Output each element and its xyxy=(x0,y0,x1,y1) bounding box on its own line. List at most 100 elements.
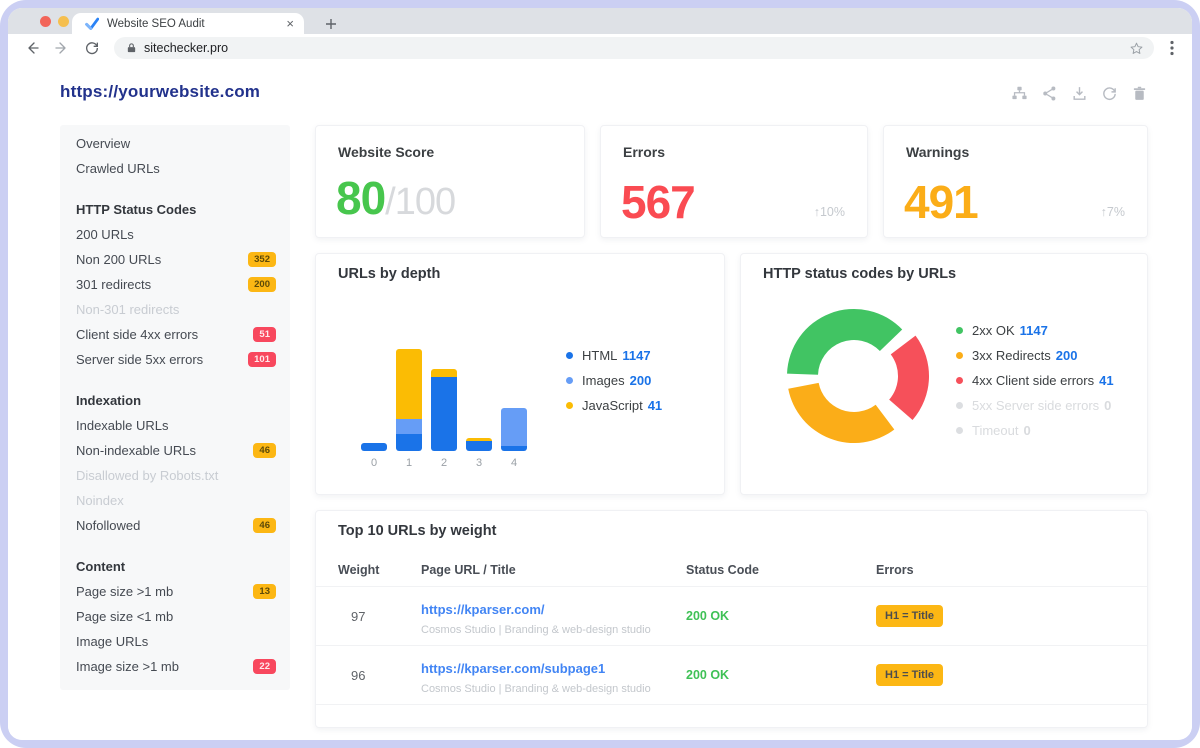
cell-weight: 97 xyxy=(351,609,365,624)
legend-label: 2xx OK xyxy=(972,323,1015,338)
legend-item-timeout[interactable]: Timeout0 xyxy=(956,418,1114,443)
sidebar-section-header-indexation: Indexation xyxy=(60,388,290,413)
legend-item-5xx-server-side-errors[interactable]: 5xx Server side errors 0 xyxy=(956,393,1114,418)
sidebar-item-label: Client side 4xx errors xyxy=(76,327,198,342)
donut-segment-4xx-client-side-errors xyxy=(889,336,929,420)
stat-card-warnings: Warnings491↑7% xyxy=(883,125,1148,238)
sidebar-item-label: Noindex xyxy=(76,493,124,508)
sidebar-item-crawled-urls[interactable]: Crawled URLs xyxy=(60,156,290,181)
browser-toolbar: sitechecker.pro xyxy=(8,34,1192,62)
donut-chart-legend: 2xx OK11473xx Redirects2004xx Client sid… xyxy=(956,318,1114,443)
bar-column-depth-4 xyxy=(501,408,527,451)
download-icon[interactable] xyxy=(1071,85,1088,102)
status-code-value: 200 OK xyxy=(686,609,729,623)
legend-item-4xx-client-side-errors[interactable]: 4xx Client side errors 41 xyxy=(956,368,1114,393)
back-button[interactable] xyxy=(22,38,42,58)
browser-menu-icon[interactable] xyxy=(1164,40,1180,56)
bookmark-star-icon[interactable] xyxy=(1129,41,1144,56)
address-url: sitechecker.pro xyxy=(144,41,1129,55)
forward-button[interactable] xyxy=(52,38,72,58)
count-badge: 51 xyxy=(253,327,276,342)
address-bar[interactable]: sitechecker.pro xyxy=(114,37,1154,59)
bar-segment-html xyxy=(466,441,492,451)
sidebar-section-header-http-status-codes: HTTP Status Codes xyxy=(60,197,290,222)
sidebar-item-label: Nofollowed xyxy=(76,518,140,533)
refresh-icon[interactable] xyxy=(1101,85,1118,102)
error-badge: H1 = Title xyxy=(876,664,943,686)
bar-segment-javascript xyxy=(431,369,457,377)
x-tick-label: 3 xyxy=(466,457,492,469)
legend-label: 5xx Server side errors xyxy=(972,398,1099,413)
legend-label: JavaScript xyxy=(582,398,643,413)
sidebar-item-overview[interactable]: Overview xyxy=(60,131,290,156)
trash-icon[interactable] xyxy=(1131,85,1148,102)
sidebar-item-200-urls[interactable]: 200 URLs xyxy=(60,222,290,247)
sidebar-item-label: 301 redirects xyxy=(76,277,151,292)
sidebar-item-client-side-4xx-errors[interactable]: Client side 4xx errors 51 xyxy=(60,322,290,347)
legend-dot xyxy=(566,402,573,409)
lock-icon xyxy=(126,42,137,54)
report-toolbar xyxy=(1011,85,1148,102)
stat-card-label: Website Score xyxy=(338,144,434,160)
legend-label: 4xx Client side errors xyxy=(972,373,1094,388)
sidebar-item-label: Page size >1 mb xyxy=(76,584,173,599)
legend-value: 1147 xyxy=(622,348,650,363)
sidebar-item-nofollowed[interactable]: Nofollowed46 xyxy=(60,513,290,538)
bar-segment-html xyxy=(396,434,422,451)
page-title-text: Cosmos Studio | Branding & web-design st… xyxy=(421,624,651,636)
donut-chart xyxy=(761,283,947,469)
stat-card-value: 80/100 xyxy=(336,175,455,225)
legend-item-3xx-redirects[interactable]: 3xx Redirects200 xyxy=(956,343,1114,368)
sidebar-item-non-200-urls[interactable]: Non 200 URLs352 xyxy=(60,247,290,272)
sitemap-icon[interactable] xyxy=(1011,85,1028,102)
donut-segment-3xx-redirects xyxy=(788,383,894,443)
new-tab-button[interactable] xyxy=(320,13,341,34)
tab-close-icon[interactable]: × xyxy=(286,17,294,30)
page-url-link[interactable]: https://kparser.com/ xyxy=(421,602,545,617)
sidebar-item-noindex[interactable]: Noindex xyxy=(60,488,290,513)
sidebar-item-image-size-1-mb[interactable]: Image size >1 mb 22 xyxy=(60,654,290,679)
sidebar-section: ContentPage size >1 mb13Page size <1 mbI… xyxy=(60,554,290,679)
sidebar-item-301-redirects[interactable]: 301 redirects200 xyxy=(60,272,290,297)
stat-card-value: 491 xyxy=(904,179,978,225)
legend-value: 0 xyxy=(1104,398,1111,413)
legend-item-2xx-ok[interactable]: 2xx OK1147 xyxy=(956,318,1114,343)
count-badge: 22 xyxy=(253,659,276,674)
page-content: https://yourwebsite.com OverviewCrawled … xyxy=(8,62,1192,740)
donut-segment-2xx-ok xyxy=(787,309,902,375)
column-header-page-url: Page URL / Title xyxy=(421,563,516,577)
table-header-row: Weight Page URL / Title Status Code Erro… xyxy=(316,563,1147,586)
legend-value: 41 xyxy=(1099,373,1113,388)
sidebar-item-non-indexable-urls[interactable]: Non-indexable URLs46 xyxy=(60,438,290,463)
legend-dot xyxy=(956,327,963,334)
sidebar-item-page-size-1-mb[interactable]: Page size >1 mb13 xyxy=(60,579,290,604)
legend-value: 200 xyxy=(1056,348,1078,363)
close-window-button[interactable] xyxy=(40,16,51,27)
sidebar-item-label: Page size <1 mb xyxy=(76,609,173,624)
sidebar-item-disallowed-by-robots-txt[interactable]: Disallowed by Robots.txt xyxy=(60,463,290,488)
sidebar-item-page-size-1-mb[interactable]: Page size <1 mb xyxy=(60,604,290,629)
legend-item-javascript[interactable]: JavaScript41 xyxy=(566,393,662,418)
bar-segment-html xyxy=(361,443,387,451)
reload-button[interactable] xyxy=(82,38,102,58)
cell-weight: 96 xyxy=(351,668,365,683)
sidebar-section: HTTP Status Codes200 URLsNon 200 URLs352… xyxy=(60,197,290,372)
page-url-link[interactable]: https://kparser.com/subpage1 xyxy=(421,661,605,676)
legend-dot xyxy=(956,427,963,434)
x-tick-label: 4 xyxy=(501,457,527,469)
table-row: 96https://kparser.com/subpage1Cosmos Stu… xyxy=(316,645,1147,704)
share-icon[interactable] xyxy=(1041,85,1058,102)
minimize-window-button[interactable] xyxy=(58,16,69,27)
browser-tab[interactable]: Website SEO Audit × xyxy=(72,13,304,34)
stat-card-label: Errors xyxy=(623,144,665,160)
sidebar-item-label: Indexable URLs xyxy=(76,418,169,433)
sidebar-item-server-side-5xx-errors[interactable]: Server side 5xx errors101 xyxy=(60,347,290,372)
sidebar-item-label: Crawled URLs xyxy=(76,161,160,176)
legend-item-images[interactable]: Images200 xyxy=(566,368,662,393)
sidebar-item-non-301-redirects[interactable]: Non-301 redirects xyxy=(60,297,290,322)
sidebar-item-indexable-urls[interactable]: Indexable URLs xyxy=(60,413,290,438)
sidebar-item-label: Non 200 URLs xyxy=(76,252,161,267)
legend-item-html[interactable]: HTML1147 xyxy=(566,343,662,368)
sidebar-item-image-urls[interactable]: Image URLs xyxy=(60,629,290,654)
sidebar-item-label: Image size >1 mb xyxy=(76,659,179,674)
